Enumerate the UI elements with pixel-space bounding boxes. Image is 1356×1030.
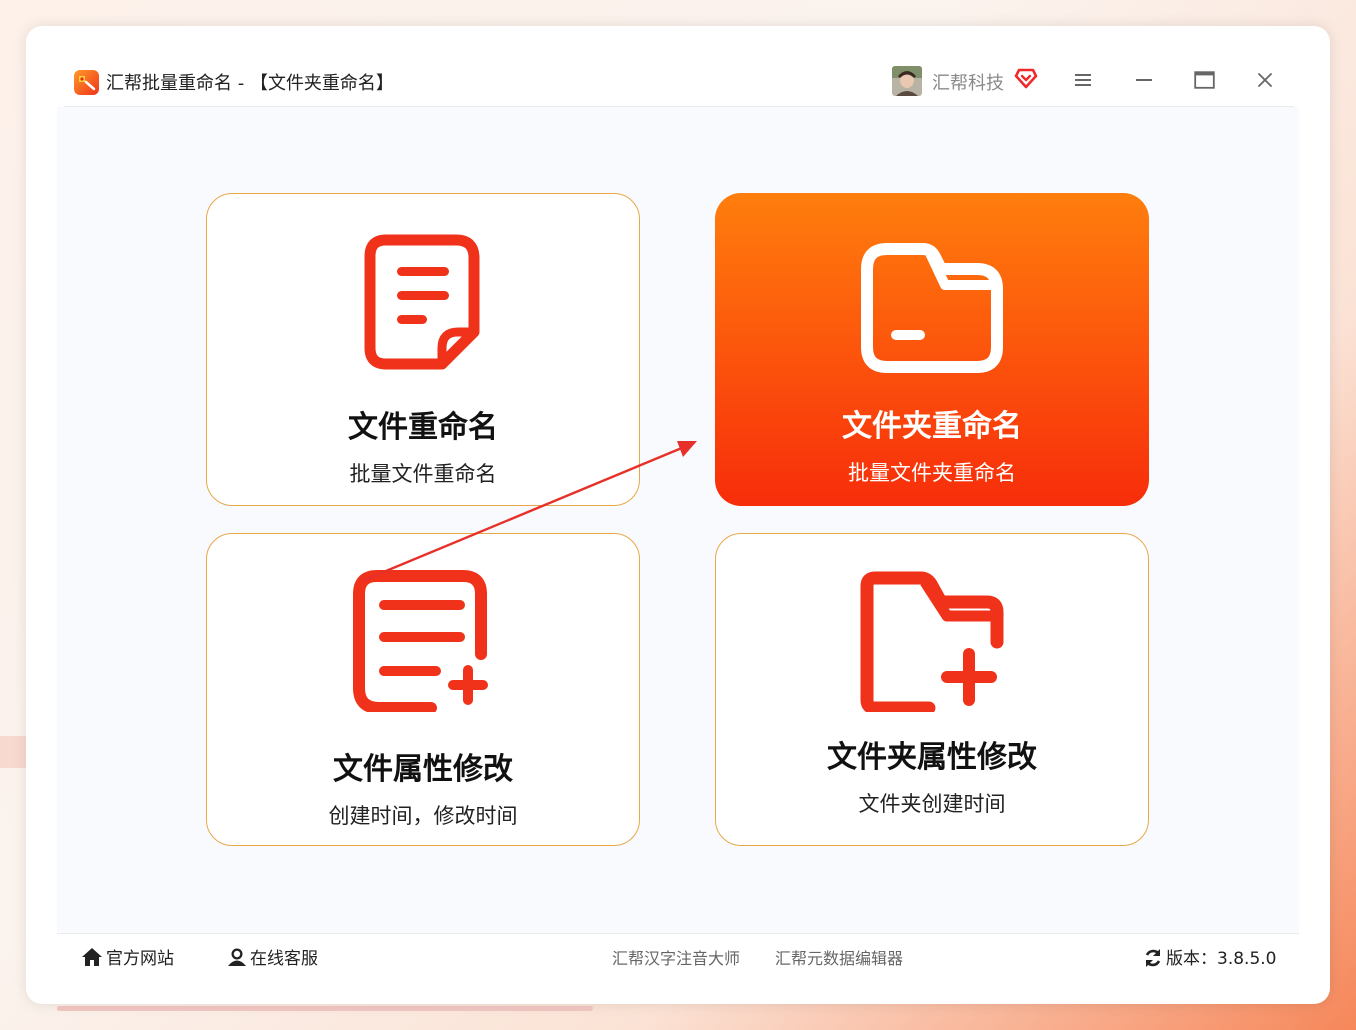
card-title: 文件重命名 [348,410,498,445]
card-file-attributes[interactable]: 文件属性修改 创建时间，修改时间 [206,533,640,846]
main-content: 文件重命名 批量文件重命名 文件夹重命名 批量文件夹重命名 文件属性修改 创建时… [57,107,1299,933]
card-subtitle: 批量文件夹重命名 [848,461,1016,485]
maximize-icon[interactable] [1194,71,1215,93]
footer-bar: 官方网站 在线客服 汇帮汉字注音大师 汇帮元数据编辑器 版本：3.8.5.0 [57,933,1299,980]
footer-link-metadata[interactable]: 汇帮元数据编辑器 [775,945,903,969]
home-icon [82,948,102,966]
app-logo-icon [74,70,99,95]
document-icon [364,234,482,374]
close-icon[interactable] [1257,72,1273,92]
backdrop-line [57,1006,593,1011]
card-subtitle: 创建时间，修改时间 [328,804,518,828]
card-file-rename[interactable]: 文件重命名 批量文件重命名 [206,193,640,506]
support-label: 在线客服 [250,949,318,969]
footer-link-pinyin[interactable]: 汇帮汉字注音大师 [612,945,740,969]
website-label: 官方网站 [106,949,174,969]
card-title: 文件夹属性修改 [827,740,1037,775]
backdrop-strip [0,736,28,768]
folder-add-icon [859,570,1005,716]
document-add-icon [353,570,493,716]
online-support-link[interactable]: 在线客服 [227,944,318,969]
user-avatar[interactable] [892,66,922,96]
card-subtitle: 批量文件重命名 [349,462,497,486]
folder-icon [859,241,1005,379]
app-window: 汇帮批量重命名 - 【文件夹重命名】 汇帮科技 文件重命名 批量文件重命名 文件… [26,26,1330,1004]
card-folder-attributes[interactable]: 文件夹属性修改 文件夹创建时间 [715,533,1149,846]
title-bar: 汇帮批量重命名 - 【文件夹重命名】 汇帮科技 [64,56,1294,107]
menu-icon[interactable] [1074,72,1092,92]
refresh-icon [1145,949,1161,967]
vip-heart-icon[interactable] [1014,67,1038,93]
card-title: 文件属性修改 [333,752,513,787]
card-subtitle: 文件夹创建时间 [858,792,1006,816]
card-title: 文件夹重命名 [842,409,1022,444]
minimize-icon[interactable] [1135,72,1153,92]
user-support-icon [228,948,246,966]
version-label: 版本：3.8.5.0 [1166,949,1277,969]
window-title: 汇帮批量重命名 - 【文件夹重命名】 [106,73,394,94]
official-website-link[interactable]: 官方网站 [81,944,174,969]
user-name: 汇帮科技 [932,73,1004,94]
version-info[interactable]: 版本：3.8.5.0 [1143,944,1276,969]
card-folder-rename[interactable]: 文件夹重命名 批量文件夹重命名 [715,193,1149,506]
